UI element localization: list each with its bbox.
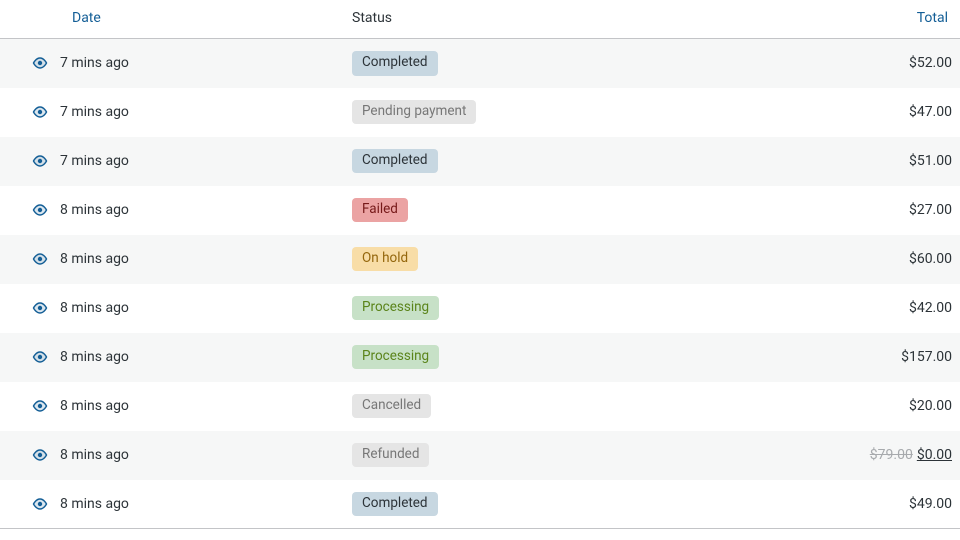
total-cell: $51.00: [810, 137, 960, 186]
preview-cell: [0, 333, 60, 382]
eye-icon[interactable]: [32, 302, 48, 312]
date-text: 8 mins ago: [60, 398, 129, 414]
total-amount: $60.00: [909, 251, 952, 267]
preview-cell: [0, 137, 60, 186]
date-text: 7 mins ago: [60, 153, 129, 169]
total-amount: $27.00: [909, 202, 952, 218]
preview-cell: [0, 480, 60, 529]
total-cell: $27.00: [810, 186, 960, 235]
preview-cell: [0, 88, 60, 137]
date-cell: 8 mins ago: [60, 333, 340, 382]
total-amount: $47.00: [909, 104, 952, 120]
total-cell: $20.00: [810, 382, 960, 431]
total-cell: $49.00: [810, 480, 960, 529]
date-cell: 8 mins ago: [60, 382, 340, 431]
preview-cell: [0, 382, 60, 431]
status-cell: Processing: [340, 333, 810, 382]
preview-cell: [0, 186, 60, 235]
date-cell: 8 mins ago: [60, 431, 340, 480]
total-amount: $42.00: [909, 300, 952, 316]
status-cell: Pending payment: [340, 88, 810, 137]
header-total[interactable]: Total: [810, 0, 960, 39]
table-row[interactable]: 8 mins ago Processing $157.00: [0, 333, 960, 382]
orders-table-header: Date Status Total: [0, 0, 960, 39]
date-cell: 8 mins ago: [60, 186, 340, 235]
status-cell: Failed: [340, 186, 810, 235]
status-cell: On hold: [340, 235, 810, 284]
status-badge: On hold: [352, 247, 418, 272]
eye-icon[interactable]: [32, 400, 48, 410]
status-cell: Cancelled: [340, 382, 810, 431]
header-date[interactable]: Date: [60, 0, 340, 39]
total-original: $79.00: [870, 447, 913, 463]
total-amount: $51.00: [909, 153, 952, 169]
total-cell: $52.00: [810, 39, 960, 88]
status-badge: Refunded: [352, 443, 429, 468]
table-row[interactable]: 8 mins ago Cancelled $20.00: [0, 382, 960, 431]
total-amount: $52.00: [909, 55, 952, 71]
total-cell: $79.00$0.00: [810, 431, 960, 480]
status-badge: Completed: [352, 492, 438, 517]
date-text: 7 mins ago: [60, 104, 129, 120]
orders-table: Date Status Total 7 mins ago Completed $52…: [0, 0, 960, 529]
preview-cell: [0, 431, 60, 480]
table-row[interactable]: 7 mins ago Pending payment $47.00: [0, 88, 960, 137]
total-amount: $49.00: [909, 496, 952, 512]
preview-cell: [0, 284, 60, 333]
total-cell: $47.00: [810, 88, 960, 137]
date-cell: 8 mins ago: [60, 480, 340, 529]
status-badge: Cancelled: [352, 394, 431, 419]
header-status: Status: [340, 0, 810, 39]
total-cell: $157.00: [810, 333, 960, 382]
eye-icon[interactable]: [32, 204, 48, 214]
date-cell: 8 mins ago: [60, 235, 340, 284]
table-row[interactable]: 8 mins ago On hold $60.00: [0, 235, 960, 284]
date-cell: 7 mins ago: [60, 39, 340, 88]
status-cell: Refunded: [340, 431, 810, 480]
table-row[interactable]: 8 mins ago Refunded $79.00$0.00: [0, 431, 960, 480]
status-badge: Processing: [352, 345, 439, 370]
status-badge: Processing: [352, 296, 439, 321]
date-cell: 7 mins ago: [60, 88, 340, 137]
preview-cell: [0, 39, 60, 88]
total-amount: $0.00: [917, 447, 952, 463]
date-text: 8 mins ago: [60, 447, 129, 463]
date-cell: 8 mins ago: [60, 284, 340, 333]
total-amount: $20.00: [909, 398, 952, 414]
status-badge: Pending payment: [352, 100, 476, 125]
status-badge: Completed: [352, 51, 438, 76]
eye-icon[interactable]: [32, 155, 48, 165]
table-row[interactable]: 8 mins ago Failed $27.00: [0, 186, 960, 235]
total-cell: $60.00: [810, 235, 960, 284]
eye-icon[interactable]: [32, 57, 48, 67]
date-text: 8 mins ago: [60, 496, 129, 512]
total-cell: $42.00: [810, 284, 960, 333]
total-amount: $157.00: [901, 349, 952, 365]
date-text: 8 mins ago: [60, 300, 129, 316]
eye-icon[interactable]: [32, 351, 48, 361]
eye-icon[interactable]: [32, 449, 48, 459]
header-preview: [0, 0, 60, 39]
status-cell: Completed: [340, 39, 810, 88]
date-cell: 7 mins ago: [60, 137, 340, 186]
table-row[interactable]: 8 mins ago Processing $42.00: [0, 284, 960, 333]
table-row[interactable]: 7 mins ago Completed $51.00: [0, 137, 960, 186]
table-row[interactable]: 8 mins ago Completed $49.00: [0, 480, 960, 529]
status-cell: Completed: [340, 480, 810, 529]
status-badge: Failed: [352, 198, 408, 223]
eye-icon[interactable]: [32, 253, 48, 263]
table-row[interactable]: 7 mins ago Completed $52.00: [0, 39, 960, 88]
date-text: 7 mins ago: [60, 55, 129, 71]
eye-icon[interactable]: [32, 498, 48, 508]
date-text: 8 mins ago: [60, 251, 129, 267]
date-text: 8 mins ago: [60, 349, 129, 365]
status-cell: Processing: [340, 284, 810, 333]
preview-cell: [0, 235, 60, 284]
eye-icon[interactable]: [32, 106, 48, 116]
status-cell: Completed: [340, 137, 810, 186]
date-text: 8 mins ago: [60, 202, 129, 218]
status-badge: Completed: [352, 149, 438, 174]
